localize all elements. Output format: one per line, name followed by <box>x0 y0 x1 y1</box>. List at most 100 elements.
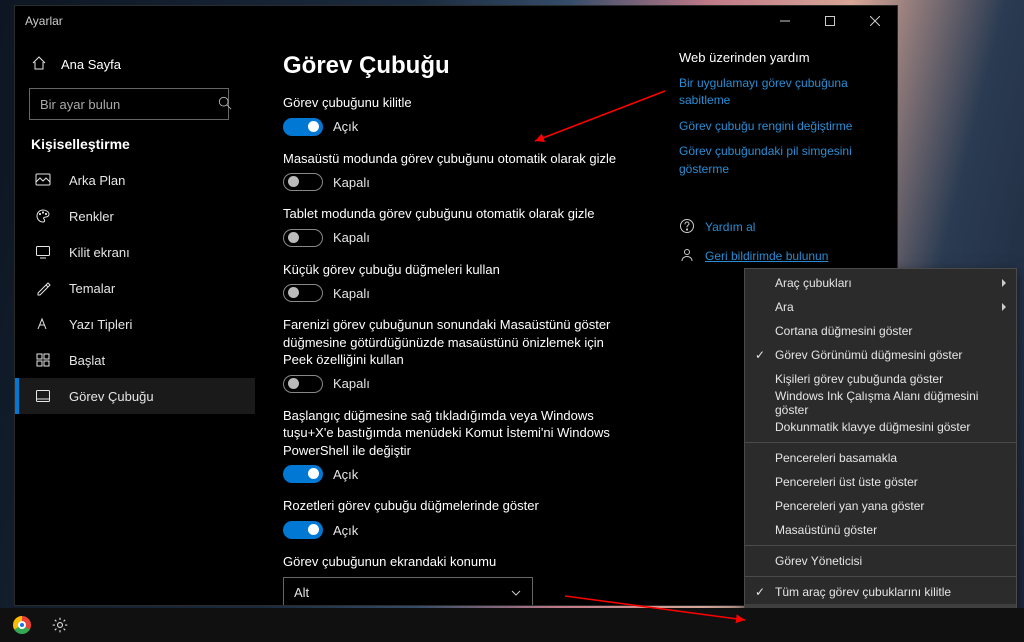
help-link[interactable]: Bir uygulamayı görev çubuğuna sabitleme <box>679 75 887 110</box>
toggle-state: Kapalı <box>333 286 370 301</box>
toggle-peek[interactable] <box>283 375 323 393</box>
ctx-item[interactable]: Dokunmatik klavye düğmesini göster <box>745 415 1016 439</box>
setting-powershell: Başlangıç düğmesine sağ tıkladığımda vey… <box>283 407 637 484</box>
ctx-item[interactable]: Pencereleri basamakla <box>745 446 1016 470</box>
toggle-state: Kapalı <box>333 376 370 391</box>
ctx-item[interactable]: Ara <box>745 295 1016 319</box>
fonts-icon <box>35 316 51 332</box>
toggle-state: Açık <box>333 119 358 134</box>
maximize-button[interactable] <box>807 6 852 36</box>
help-link[interactable]: Görev çubuğundaki pil simgesini gösterme <box>679 143 887 178</box>
setting-label: Tablet modunda görev çubuğunu otomatik o… <box>283 205 623 223</box>
toggle-state: Kapalı <box>333 230 370 245</box>
desktop: Ayarlar Ana Sayfa Ki <box>0 0 1024 642</box>
lockscreen-icon <box>35 244 51 260</box>
taskbar-chrome[interactable] <box>6 611 38 639</box>
toggle-autohide-desktop[interactable] <box>283 173 323 191</box>
setting-label: Masaüstü modunda görev çubuğunu otomatik… <box>283 150 623 168</box>
home-label: Ana Sayfa <box>61 57 121 72</box>
get-help-label: Yardım al <box>705 220 755 234</box>
setting-lock-taskbar: Görev çubuğunu kilitle Açık <box>283 94 637 136</box>
setting-small-buttons: Küçük görev çubuğu düğmeleri kullan Kapa… <box>283 261 637 303</box>
home-button[interactable]: Ana Sayfa <box>15 46 255 82</box>
nav-label: Arka Plan <box>69 173 125 188</box>
search-input-field[interactable] <box>38 96 218 113</box>
help-title: Web üzerinden yardım <box>679 50 887 65</box>
ctx-item[interactable]: Tüm araç görev çubuklarını kilitle <box>745 580 1016 604</box>
give-feedback[interactable]: Geri bildirimde bulunun <box>679 247 887 266</box>
give-feedback-label: Geri bildirimde bulunun <box>705 249 828 263</box>
ctx-separator <box>745 545 1016 546</box>
section-title: Kişiselleştirme <box>15 132 255 162</box>
nav-label: Renkler <box>69 209 114 224</box>
setting-badges: Rozetleri görev çubuğu düğmelerinde göst… <box>283 497 637 539</box>
ctx-separator <box>745 442 1016 443</box>
setting-label: Başlangıç düğmesine sağ tıkladığımda vey… <box>283 407 623 460</box>
nav-fonts[interactable]: Yazı Tipleri <box>15 306 255 342</box>
nav-label: Görev Çubuğu <box>69 389 154 404</box>
setting-label: Farenizi görev çubuğunun sonundaki Masaü… <box>283 316 623 369</box>
toggle-state: Açık <box>333 467 358 482</box>
nav-label: Yazı Tipleri <box>69 317 132 332</box>
colors-icon <box>35 208 51 224</box>
page-title: Görev Çubuğu <box>283 52 637 80</box>
toggle-state: Kapalı <box>333 175 370 190</box>
toggle-state: Açık <box>333 523 358 538</box>
toggle-badges[interactable] <box>283 521 323 539</box>
search-input[interactable] <box>29 88 229 120</box>
get-help[interactable]: Yardım al <box>679 218 887 237</box>
toggle-autohide-tablet[interactable] <box>283 229 323 247</box>
setting-peek: Farenizi görev çubuğunun sonundaki Masaü… <box>283 316 637 393</box>
ctx-item[interactable]: Görev Görünümü düğmesini göster <box>745 343 1016 367</box>
gear-icon <box>51 616 69 634</box>
ctx-item[interactable]: Masaüstünü göster <box>745 518 1016 542</box>
setting-autohide-desktop: Masaüstü modunda görev çubuğunu otomatik… <box>283 150 637 192</box>
titlebar: Ayarlar <box>15 6 897 36</box>
nav-lockscreen[interactable]: Kilit ekranı <box>15 234 255 270</box>
content: Görev Çubuğu Görev çubuğunu kilitle Açık… <box>255 36 665 605</box>
nav-background[interactable]: Arka Plan <box>15 162 255 198</box>
ctx-item[interactable]: Windows Ink Çalışma Alanı düğmesini göst… <box>745 391 1016 415</box>
nav-colors[interactable]: Renkler <box>15 198 255 234</box>
toggle-powershell[interactable] <box>283 465 323 483</box>
window-title: Ayarlar <box>25 14 762 28</box>
ctx-item[interactable]: Görev Yöneticisi <box>745 549 1016 573</box>
nav-label: Kilit ekranı <box>69 245 130 260</box>
taskbar-icon <box>35 388 51 404</box>
ctx-item[interactable]: Araç çubukları <box>745 271 1016 295</box>
nav-label: Temalar <box>69 281 115 296</box>
search-icon <box>218 96 232 113</box>
ctx-item[interactable]: Pencereleri yan yana göster <box>745 494 1016 518</box>
sidebar: Ana Sayfa Kişiselleştirme Arka Plan <box>15 36 255 605</box>
chevron-down-icon <box>510 587 522 599</box>
close-button[interactable] <box>852 6 897 36</box>
feedback-icon <box>679 247 695 266</box>
chrome-icon <box>13 616 31 634</box>
ctx-item[interactable]: Pencereleri üst üste göster <box>745 470 1016 494</box>
help-icon <box>679 218 695 237</box>
nav-label: Başlat <box>69 353 105 368</box>
taskbar[interactable] <box>0 608 1024 642</box>
nav-taskbar[interactable]: Görev Çubuğu <box>15 378 255 414</box>
background-icon <box>35 172 51 188</box>
start-icon <box>35 352 51 368</box>
combo-value: Alt <box>294 585 309 600</box>
taskbar-context-menu[interactable]: Araç çubuklarıAraCortana düğmesini göste… <box>744 268 1017 631</box>
setting-label: Görev çubuğunun ekrandaki konumu <box>283 553 623 571</box>
toggle-lock-taskbar[interactable] <box>283 118 323 136</box>
ctx-item[interactable]: Kişileri görev çubuğunda göster <box>745 367 1016 391</box>
nav-start[interactable]: Başlat <box>15 342 255 378</box>
setting-label: Rozetleri görev çubuğu düğmelerinde göst… <box>283 497 623 515</box>
help-link[interactable]: Görev çubuğu rengini değiştirme <box>679 118 887 135</box>
themes-icon <box>35 280 51 296</box>
setting-label: Küçük görev çubuğu düğmeleri kullan <box>283 261 623 279</box>
toggle-small-buttons[interactable] <box>283 284 323 302</box>
minimize-button[interactable] <box>762 6 807 36</box>
taskbar-settings[interactable] <box>44 611 76 639</box>
ctx-separator <box>745 576 1016 577</box>
combo-location[interactable]: Alt <box>283 577 533 605</box>
setting-autohide-tablet: Tablet modunda görev çubuğunu otomatik o… <box>283 205 637 247</box>
ctx-item[interactable]: Cortana düğmesini göster <box>745 319 1016 343</box>
nav-themes[interactable]: Temalar <box>15 270 255 306</box>
home-icon <box>31 55 47 74</box>
